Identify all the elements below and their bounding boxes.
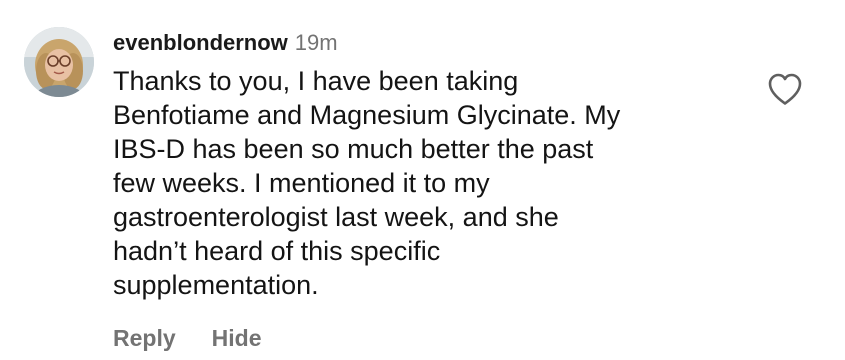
comment-actions: Reply Hide (113, 325, 261, 352)
hide-button[interactable]: Hide (212, 325, 262, 352)
heart-outline-icon[interactable] (767, 72, 803, 106)
username[interactable]: evenblondernow (113, 30, 288, 56)
comment: evenblondernow 19m Thanks to you, I have… (0, 0, 845, 360)
reply-button[interactable]: Reply (113, 325, 176, 352)
timestamp: 19m (294, 30, 338, 55)
avatar-image (24, 27, 94, 97)
comment-header: evenblondernow 19m (113, 30, 338, 60)
avatar[interactable] (24, 27, 94, 97)
comment-text: Thanks to you, I have been taking Benfot… (113, 66, 621, 300)
